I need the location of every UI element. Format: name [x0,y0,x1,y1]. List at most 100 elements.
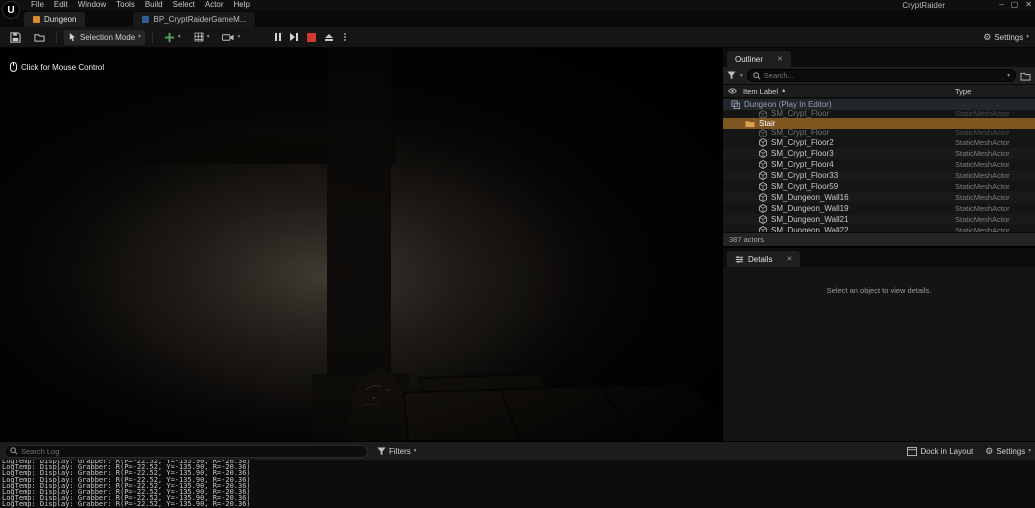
sliders-icon [735,255,744,263]
log-filters-dropdown[interactable]: Filters ▾ [377,447,417,456]
chevron-down-icon[interactable]: ▾ [1007,73,1010,79]
tab-blueprint-asset[interactable]: BP_CryptRaiderGameM... [133,12,256,27]
details-tab-label: Details [748,254,773,264]
snapping-dropdown[interactable]: ▾ [190,30,214,45]
menu-help[interactable]: Help [229,0,255,10]
tab-label: Dungeon [44,15,77,24]
static-mesh-cube-icon [759,160,767,169]
static-mesh-cube-icon [759,193,767,202]
column-type[interactable]: Type [955,87,971,96]
play-controls [275,32,347,42]
static-mesh-cube-icon [759,149,767,158]
menu-window[interactable]: Window [73,0,111,10]
outliner-search-input[interactable] [763,71,1001,80]
blueprint-icon [142,16,150,23]
outliner-row-SM_Dungeon_Wall22[interactable]: SM_Dungeon_Wall22 StaticMeshActor [723,225,1035,232]
chevron-down-icon: ▾ [237,34,241,40]
unreal-engine-logo-icon[interactable]: U [2,1,20,19]
chevron-down-icon: ▾ [1028,448,1031,454]
frame-skip-button[interactable] [290,33,299,41]
menu-file[interactable]: File [26,0,49,10]
eject-button[interactable] [325,33,334,41]
eye-visibility-icon[interactable] [728,88,737,94]
outliner-tree: Dungeon (Play In Editor) SM_Crypt_Floor S… [723,99,1035,232]
outliner-row-world[interactable]: Dungeon (Play In Editor) [723,99,1035,110]
filter-funnel-icon [377,446,386,455]
search-icon [753,71,761,80]
outliner-row-SM_Crypt_Floor3[interactable]: SM_Crypt_Floor3 StaticMeshActor [723,148,1035,159]
main-menu: File Edit Window Tools Build Select Actor Help [26,0,255,10]
output-log[interactable]: LogTemp: Display: Grabber: R(P=-22.52, Y… [0,460,1035,508]
outliner-settings-icon[interactable] [1020,71,1031,81]
outliner-row-SM_Crypt_Floor2[interactable]: SM_Crypt_Floor2 StaticMeshActor [723,137,1035,148]
close-tab-icon[interactable]: ✕ [777,55,783,63]
asset-tab-bar: Dungeon BP_CryptRaiderGameM... [0,10,1035,27]
outliner-row-SM_Dungeon_Wall21[interactable]: SM_Dungeon_Wall21 StaticMeshActor [723,214,1035,225]
static-mesh-cube-icon [759,138,767,147]
minimize-button[interactable]: – [999,0,1003,10]
dock-icon [907,446,918,456]
menu-tools[interactable]: Tools [111,0,140,10]
stop-button[interactable] [307,32,317,42]
maximize-button[interactable]: ▢ [1011,0,1019,10]
details-panel: Details ✕ Select an object to view detai… [723,246,1035,441]
dock-in-layout-button[interactable]: Dock in Layout [907,446,973,456]
pause-button[interactable] [275,33,282,41]
save-button[interactable] [6,30,25,45]
quick-add-actor-button[interactable]: ▾ [160,30,185,45]
tab-outliner[interactable]: Outliner ✕ [727,51,791,67]
outliner-search-box[interactable]: ▾ [746,69,1016,82]
tab-details[interactable]: Details ✕ [727,251,801,267]
outliner-column-headers: Item Label ▲ Type [723,84,1035,98]
log-search-input[interactable] [21,446,362,456]
outliner-row-SM_Crypt_Floor33[interactable]: SM_Crypt_Floor33 StaticMeshActor [723,170,1035,181]
outliner-row-SM_Crypt_Floor59[interactable]: SM_Crypt_Floor59 StaticMeshActor [723,181,1035,192]
outliner-panel: Outliner ✕ ▾ ▾ Item Label ▲ Type [723,48,1035,246]
static-mesh-cube-icon [759,110,767,118]
menu-actor[interactable]: Actor [200,0,229,10]
tab-dungeon-level[interactable]: Dungeon [24,12,86,27]
save-icon [10,31,21,43]
column-item-label[interactable]: Item Label [743,87,778,96]
outliner-row-clipped-2[interactable]: SM_Crypt_Floor StaticMeshActor [723,129,1035,137]
search-icon [10,447,18,455]
game-viewport[interactable]: Click for Mouse Control [0,48,722,441]
tab-label: BP_CryptRaiderGameM... [153,15,247,24]
chevron-down-icon[interactable]: ▾ [740,73,743,79]
static-mesh-cube-icon [759,204,767,213]
outliner-row-SM_Dungeon_Wall16[interactable]: SM_Dungeon_Wall16 StaticMeshActor [723,192,1035,203]
camera-icon [222,33,234,41]
selection-mode-label: Selection Mode [80,32,136,42]
gear-icon: ⚙ [985,445,994,456]
sort-ascending-icon: ▲ [781,88,787,94]
outliner-tab-label: Outliner [735,54,764,64]
outliner-row-SM_Dungeon_Wall19[interactable]: SM_Dungeon_Wall19 StaticMeshActor [723,203,1035,214]
play-options-kebab-icon[interactable] [344,33,347,41]
settings-label: Settings [996,446,1026,456]
menu-select[interactable]: Select [168,0,200,10]
log-search-box[interactable] [4,444,368,458]
log-settings-dropdown[interactable]: ⚙ Settings ▾ [985,445,1031,456]
outliner-row-stair-folder[interactable]: Stair [723,118,1035,129]
selection-mode-dropdown[interactable]: Selection Mode ▾ [64,29,145,45]
folder-browse-icon [34,33,45,42]
right-dock: Outliner ✕ ▾ ▾ Item Label ▲ Type [722,48,1035,441]
toolbar-settings-button[interactable]: ⚙ Settings ▾ [983,32,1029,42]
close-tab-icon[interactable]: ✕ [786,255,792,263]
browse-content-button[interactable] [30,30,49,45]
settings-label: Settings [994,32,1024,42]
menu-edit[interactable]: Edit [49,0,73,10]
outliner-row-clipped-1[interactable]: SM_Crypt_Floor StaticMeshActor [723,110,1035,118]
filter-funnel-icon[interactable] [727,71,736,80]
outliner-row-SM_Crypt_Floor4[interactable]: SM_Crypt_Floor4 StaticMeshActor [723,159,1035,170]
output-log-toolbar: Filters ▾ Dock in Layout ⚙ Settings ▾ [0,441,1035,460]
toolbar-divider [151,31,153,43]
filters-label: Filters [389,446,411,456]
details-body: Select an object to view details. [723,267,1035,441]
grid-snap-icon [194,32,204,42]
close-button[interactable]: ✕ [1025,0,1032,10]
camera-speed-dropdown[interactable]: ▾ [218,30,244,45]
project-title: CryptRaider [902,1,945,10]
menu-bar: U File Edit Window Tools Build Select Actor Hel… [0,0,1035,19]
menu-build[interactable]: Build [140,0,168,10]
